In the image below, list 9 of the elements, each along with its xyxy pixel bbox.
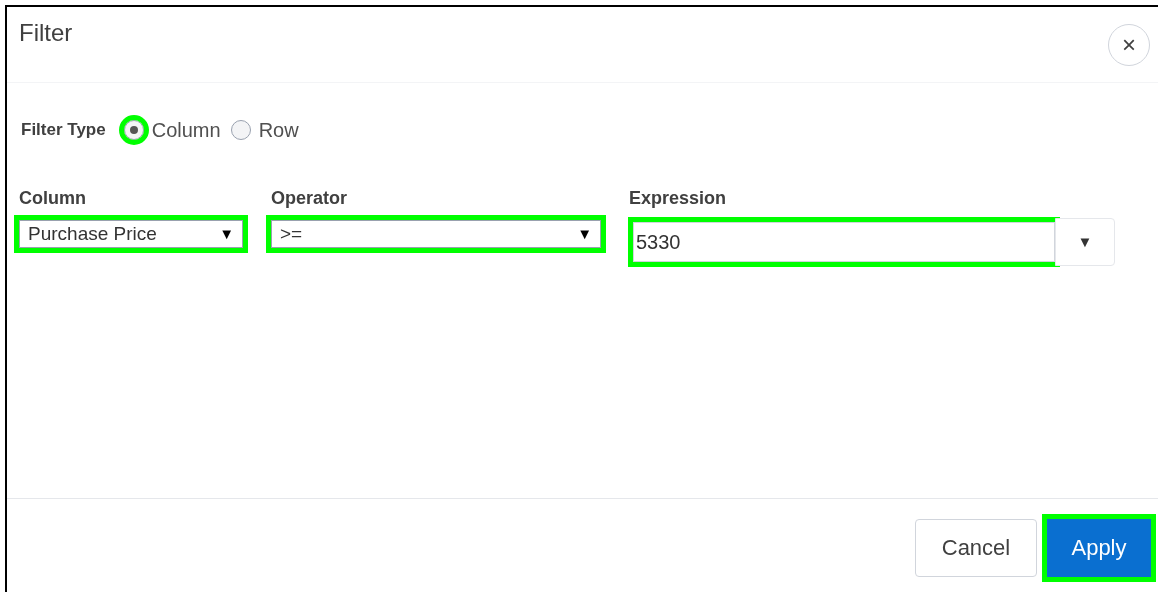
field-label: Operator — [271, 187, 349, 210]
radio-label[interactable]: Column — [151, 115, 221, 145]
filter-type-label: Filter Type — [21, 119, 106, 142]
dialog-title: Filter — [19, 18, 73, 48]
radio-button[interactable] — [230, 120, 251, 140]
field-label: Column — [19, 187, 87, 210]
radio-label[interactable]: Row — [258, 115, 299, 145]
field-label: Expression — [629, 187, 728, 210]
cancel-button[interactable]: Cancel — [915, 518, 1037, 577]
